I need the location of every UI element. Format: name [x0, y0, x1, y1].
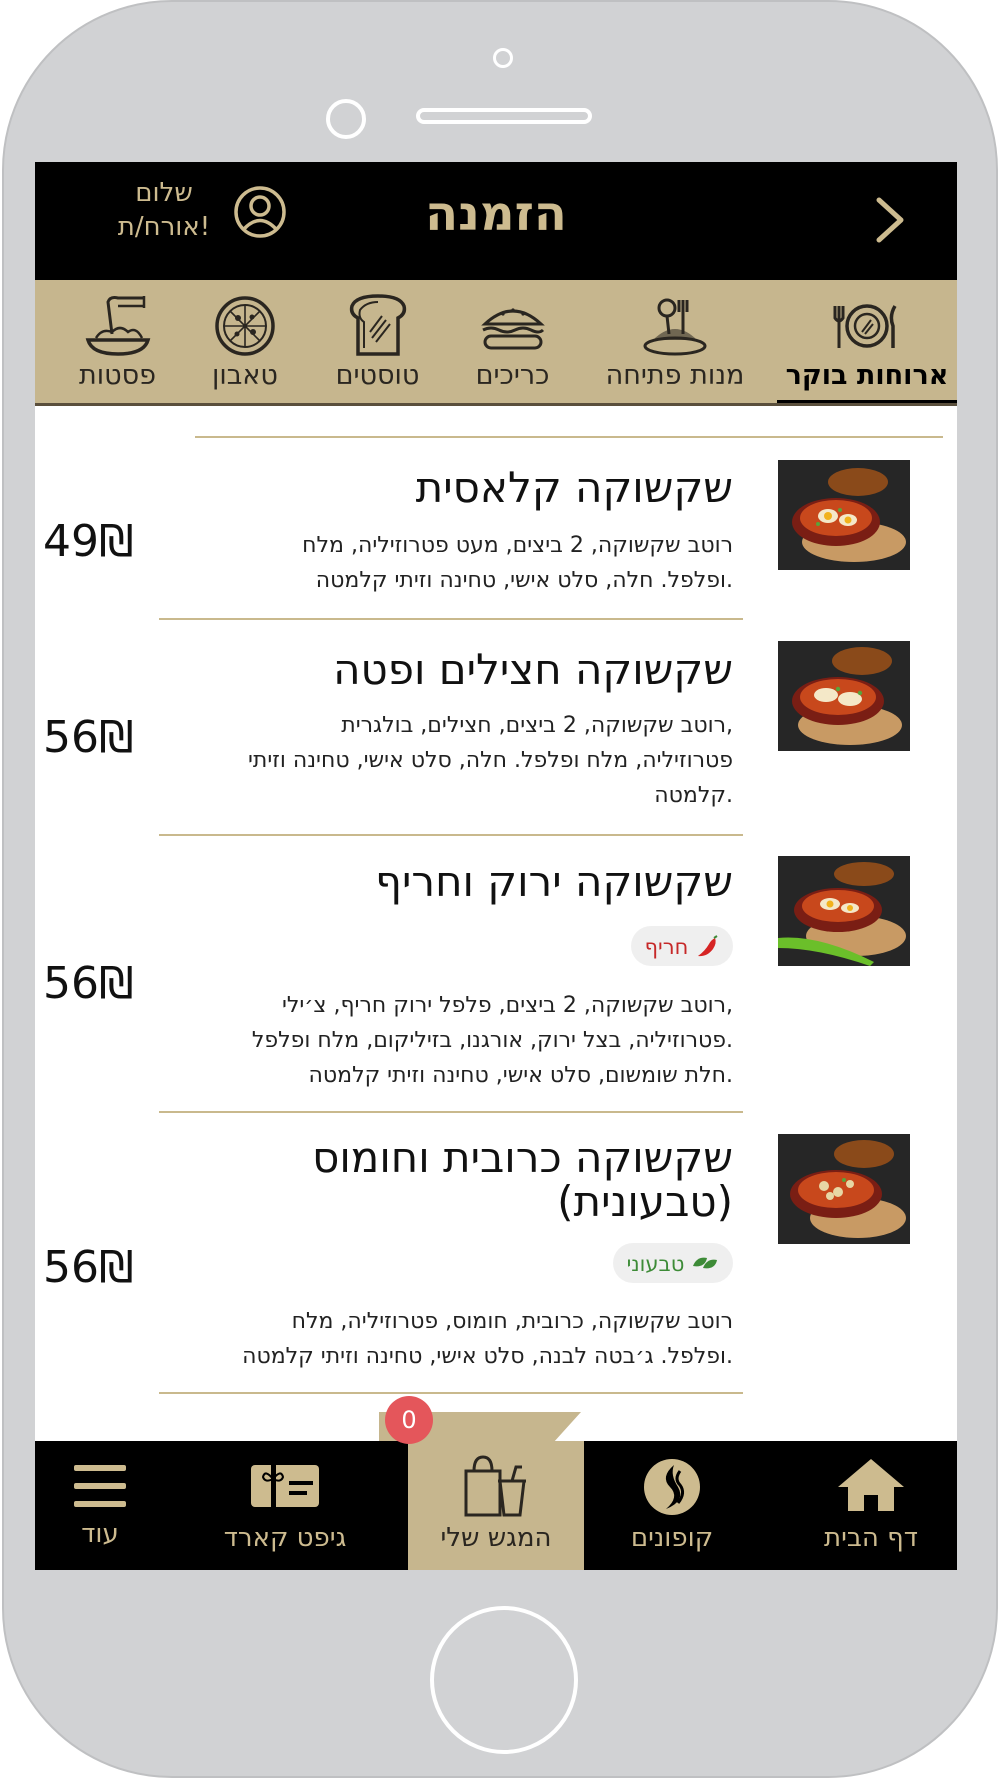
item-description: רוטב שקשוקה, 2 ביצים, חצילים, בולגרית, פ…: [153, 708, 733, 813]
home-icon: [838, 1459, 904, 1511]
item-name: שקשוקה חצילים ופטה: [333, 645, 733, 694]
desc-line: רוטב שקשוקה, 2 ביצים, מעט פטרוזיליה, מלח: [302, 533, 733, 558]
top-header: הזמנה שלום אורח/ת!: [35, 162, 957, 280]
badge-label: טבעוני: [626, 1252, 685, 1276]
divider: [159, 1392, 743, 1394]
divider: [159, 618, 743, 620]
nav-my-tray[interactable]: המגש שלי: [408, 1441, 584, 1570]
user-icon[interactable]: [232, 184, 288, 240]
item-price: 56₪: [43, 712, 134, 763]
divider: [195, 436, 943, 438]
pasta-icon: [85, 296, 150, 356]
chili-pepper-icon: [698, 935, 718, 957]
category-starters[interactable]: מנות פתיחה: [580, 280, 770, 405]
category-label: ארוחות בוקר: [785, 360, 949, 391]
nav-label: עוד: [81, 1519, 119, 1549]
bottom-nav: דף הבית קופונים המגש שלי גיפט קארד עוד: [35, 1441, 957, 1570]
desc-line: חלת שומשום, סלט אישי, טחינה וזיתי קלמטה.: [308, 1063, 733, 1088]
badge-label: חריף: [644, 935, 689, 959]
greeting-text[interactable]: שלום אורח/ת!: [101, 176, 227, 244]
coupons-icon: [644, 1459, 700, 1515]
desc-line: רוטב שקשוקה, 2 ביצים, פלפל ירוק חריף, צ׳…: [281, 993, 733, 1018]
app-screen: הזמנה שלום אורח/ת! ארוחות בוקר מנות פתיח…: [35, 162, 957, 1570]
home-button[interactable]: [430, 1606, 578, 1754]
desc-line: ופלפל. חלה, סלט אישי, טחינה וזיתי קלמטה.: [315, 568, 733, 593]
category-pastas[interactable]: פסטות: [55, 280, 180, 405]
item-price: 56₪: [43, 1242, 134, 1293]
category-taboon[interactable]: טאבון: [185, 280, 305, 405]
plate-cutlery-icon: [833, 304, 897, 348]
desc-line: ופלפל. ג׳בטה לבנה, סלט אישי, טחינה וזיתי…: [242, 1344, 733, 1369]
divider: [159, 834, 743, 836]
shakshuka-photo: [778, 641, 910, 751]
desc-line: פטרוזיליה, מלח ופלפל. חלה, סלט אישי, טחי…: [247, 748, 733, 773]
shakshuka-photo: [778, 460, 910, 570]
nav-home[interactable]: דף הבית: [785, 1441, 957, 1570]
nav-label: דף הבית: [823, 1523, 918, 1553]
item-price: 56₪: [43, 958, 134, 1009]
desc-line: רוטב שקשוקה, 2 ביצים, חצילים, בולגרית,: [341, 713, 733, 738]
toast-icon: [349, 294, 406, 356]
item-name: שקשוקה כרובית וחומוס (טבעונית): [312, 1136, 733, 1224]
menu-item-list[interactable]: שקשוקה קלאסית רוטב שקשוקה, 2 ביצים, מעט …: [35, 406, 957, 1426]
shakshuka-photo: [778, 856, 910, 966]
item-photo[interactable]: [778, 460, 910, 570]
sandwich-icon: [480, 308, 545, 350]
category-breakfast[interactable]: ארוחות בוקר: [777, 280, 957, 405]
greeting-line-1: שלום: [135, 178, 193, 208]
category-label: פסטות: [79, 360, 156, 391]
item-description: רוטב שקשוקה, כרובית, חומוס, פטרוזיליה, מ…: [153, 1304, 733, 1374]
greeting-line-2: אורח/ת!: [117, 212, 211, 242]
category-label: טוסטים: [335, 360, 420, 391]
front-camera: [326, 99, 366, 139]
active-tab-flap-slope: [553, 1412, 581, 1443]
category-toasts[interactable]: טוסטים: [310, 280, 445, 405]
category-label: כריכים: [475, 360, 550, 391]
nav-coupons[interactable]: קופונים: [587, 1441, 757, 1570]
category-bar: ארוחות בוקר מנות פתיחה כריכים טוסטים טאב…: [35, 280, 957, 405]
item-name: שקשוקה ירוק וחריף: [375, 857, 733, 906]
item-photo[interactable]: [778, 1134, 910, 1244]
gift-card-icon: [251, 1465, 319, 1507]
desc-line: פטרוזיליה, בצל ירוק, אורגנו, בזיליקום, מ…: [251, 1028, 733, 1053]
item-photo[interactable]: [778, 641, 910, 751]
vegan-badge: טבעוני: [612, 1243, 733, 1283]
shakshuka-photo: [778, 1134, 910, 1244]
category-label: מנות פתיחה: [605, 360, 745, 391]
category-label: טאבון: [212, 360, 278, 391]
item-price: 49₪: [43, 516, 134, 567]
desc-line: רוטב שקשוקה, כרובית, חומוס, פטרוזיליה, מ…: [291, 1309, 733, 1334]
item-photo[interactable]: [778, 856, 910, 966]
leaf-icon: [693, 1257, 717, 1269]
sensor-dot: [493, 48, 513, 68]
spicy-badge: חריף: [630, 926, 733, 966]
divider: [159, 1111, 743, 1113]
pizza-icon: [215, 296, 275, 356]
nav-label: המגש שלי: [440, 1523, 552, 1553]
item-name-line: (טבעונית): [557, 1177, 733, 1226]
item-name: שקשוקה קלאסית: [415, 463, 733, 512]
nav-label: קופונים: [630, 1523, 714, 1553]
item-description: רוטב שקשוקה, 2 ביצים, פלפל ירוק חריף, צ׳…: [153, 988, 733, 1093]
cart-count-badge: 0: [385, 1396, 433, 1444]
category-sandwiches[interactable]: כריכים: [450, 280, 575, 405]
desc-line: קלמטה.: [654, 783, 733, 808]
nav-gift-card[interactable]: גיפט קארד: [185, 1441, 385, 1570]
starter-dish-icon: [643, 298, 707, 356]
menu-icon: [74, 1465, 126, 1507]
item-name-line: שקשוקה כרובית וחומוס: [312, 1133, 733, 1182]
shopping-bag-icon: [464, 1455, 526, 1517]
nav-label: גיפט קארד: [223, 1523, 347, 1553]
nav-more[interactable]: עוד: [35, 1441, 165, 1570]
item-description: רוטב שקשוקה, 2 ביצים, מעט פטרוזיליה, מלח…: [153, 528, 733, 598]
earpiece-speaker: [416, 108, 592, 124]
